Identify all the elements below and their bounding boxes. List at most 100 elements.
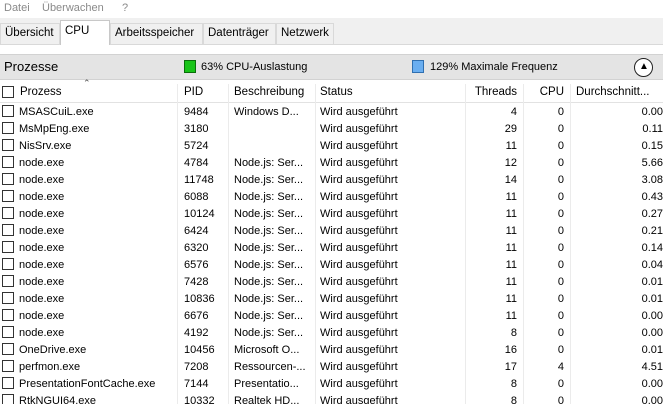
description-cell: Node.js: Ser... bbox=[234, 293, 304, 305]
process-name-cell: node.exe bbox=[19, 191, 65, 203]
row-checkbox[interactable] bbox=[2, 224, 14, 236]
row-checkbox[interactable] bbox=[2, 343, 14, 355]
status-cell: Wird ausgeführt bbox=[320, 259, 398, 271]
threads-cell: 4 bbox=[510, 106, 517, 118]
cpu-cell: 0 bbox=[557, 378, 564, 390]
row-checkbox[interactable] bbox=[2, 292, 14, 304]
status-cell: Wird ausgeführt bbox=[320, 157, 398, 169]
description-cell: Node.js: Ser... bbox=[234, 174, 304, 186]
column-header-average[interactable]: Durchschnitt... bbox=[576, 86, 663, 102]
table-row[interactable]: PresentationFontCache.exe 7144 Presentatio… bbox=[0, 375, 663, 392]
table-row[interactable]: node.exe 6576 Node.js: Ser... Wird ausgefüh… bbox=[0, 256, 663, 273]
cpu-cell: 0 bbox=[557, 208, 564, 220]
table-row[interactable]: perfmon.exe 7208 Ressourcen-... Wird ausgef… bbox=[0, 358, 663, 375]
tab-uebersicht[interactable]: Übersicht bbox=[0, 23, 60, 44]
pid-cell: 10332 bbox=[184, 395, 215, 404]
row-checkbox[interactable] bbox=[2, 377, 14, 389]
select-all-checkbox[interactable] bbox=[2, 86, 14, 98]
table-row[interactable]: node.exe 6676 Node.js: Ser... Wird ausgefüh… bbox=[0, 307, 663, 324]
tab-cpu[interactable]: CPU bbox=[60, 20, 110, 45]
description-cell: Windows D... bbox=[234, 106, 299, 118]
cpu-load-swatch bbox=[184, 60, 196, 73]
table-row[interactable]: node.exe 10836 Node.js: Ser... Wird ausgefü… bbox=[0, 290, 663, 307]
status-cell: Wird ausgeführt bbox=[320, 174, 398, 186]
table-row[interactable]: RtkNGUI64.exe 10332 Realtek HD... Wird ausg… bbox=[0, 392, 663, 404]
column-header-cpu[interactable]: CPU bbox=[530, 86, 564, 102]
cpu-cell: 0 bbox=[557, 140, 564, 152]
pid-cell: 6676 bbox=[184, 310, 209, 322]
table-row[interactable]: node.exe 6424 Node.js: Ser... Wird ausgefüh… bbox=[0, 222, 663, 239]
table-row[interactable]: NisSrv.exe 5724 Wird ausgeführt 11 0 0.15 bbox=[0, 137, 663, 154]
column-header-threads[interactable]: Threads bbox=[470, 86, 517, 102]
tab-datentraeger[interactable]: Datenträger bbox=[203, 23, 276, 44]
process-name-cell: node.exe bbox=[19, 242, 65, 254]
status-cell: Wird ausgeführt bbox=[320, 106, 398, 118]
status-cell: Wird ausgeführt bbox=[320, 378, 398, 390]
threads-cell: 17 bbox=[504, 361, 517, 373]
row-checkbox[interactable] bbox=[2, 105, 14, 117]
pid-cell: 10456 bbox=[184, 344, 215, 356]
table-row[interactable]: node.exe 7428 Node.js: Ser... Wird ausgefüh… bbox=[0, 273, 663, 290]
row-checkbox[interactable] bbox=[2, 241, 14, 253]
table-row[interactable]: node.exe 6320 Node.js: Ser... Wird ausgefüh… bbox=[0, 239, 663, 256]
row-checkbox[interactable] bbox=[2, 326, 14, 338]
process-name-cell: node.exe bbox=[19, 208, 65, 220]
table-row[interactable]: MSASCuiL.exe 9484 Windows D... Wird ausgefü… bbox=[0, 103, 663, 120]
cpu-cell: 0 bbox=[557, 327, 564, 339]
threads-cell: 12 bbox=[504, 157, 517, 169]
row-checkbox[interactable] bbox=[2, 207, 14, 219]
average-cpu-cell: 3.08 bbox=[641, 174, 663, 186]
menu-bar: Datei Überwachen ? bbox=[0, 0, 663, 18]
process-name-cell: node.exe bbox=[19, 157, 65, 169]
status-cell: Wird ausgeführt bbox=[320, 242, 398, 254]
table-row[interactable]: node.exe 4192 Node.js: Ser... Wird ausgefüh… bbox=[0, 324, 663, 341]
column-header-description[interactable]: Beschreibung bbox=[234, 86, 314, 102]
description-cell: Microsoft O... bbox=[234, 344, 300, 356]
status-cell: Wird ausgeführt bbox=[320, 123, 398, 135]
tab-netzwerk[interactable]: Netzwerk bbox=[276, 23, 334, 44]
row-checkbox[interactable] bbox=[2, 156, 14, 168]
menu-datei[interactable]: Datei bbox=[4, 2, 30, 14]
column-header-pid[interactable]: PID bbox=[184, 86, 224, 102]
row-checkbox[interactable] bbox=[2, 360, 14, 372]
table-row[interactable]: node.exe 11748 Node.js: Ser... Wird ausgefü… bbox=[0, 171, 663, 188]
status-cell: Wird ausgeführt bbox=[320, 225, 398, 237]
row-checkbox[interactable] bbox=[2, 190, 14, 202]
average-cpu-cell: 0.43 bbox=[641, 191, 663, 203]
max-frequency-swatch bbox=[412, 60, 424, 73]
tab-arbeitsspeicher[interactable]: Arbeitsspeicher bbox=[110, 23, 203, 44]
threads-cell: 11 bbox=[505, 225, 517, 237]
table-row[interactable]: node.exe 10124 Node.js: Ser... Wird ausgefü… bbox=[0, 205, 663, 222]
row-checkbox[interactable] bbox=[2, 258, 14, 270]
menu-help[interactable]: ? bbox=[122, 2, 128, 14]
pid-cell: 3180 bbox=[184, 123, 209, 135]
description-cell: Presentatio... bbox=[234, 378, 299, 390]
row-checkbox[interactable] bbox=[2, 139, 14, 151]
process-name-cell: NisSrv.exe bbox=[19, 140, 72, 152]
pid-cell: 4784 bbox=[184, 157, 209, 169]
cpu-cell: 0 bbox=[557, 395, 564, 404]
process-name-cell: node.exe bbox=[19, 276, 65, 288]
row-checkbox[interactable] bbox=[2, 122, 14, 134]
row-checkbox[interactable] bbox=[2, 173, 14, 185]
description-cell: Node.js: Ser... bbox=[234, 242, 304, 254]
collapse-section-button[interactable]: ▲ bbox=[634, 58, 653, 77]
pid-cell: 6088 bbox=[184, 191, 209, 203]
row-checkbox[interactable] bbox=[2, 309, 14, 321]
process-name-cell: node.exe bbox=[19, 259, 65, 271]
table-row[interactable]: OneDrive.exe 10456 Microsoft O... Wird ausg… bbox=[0, 341, 663, 358]
description-cell: Node.js: Ser... bbox=[234, 191, 304, 203]
pid-cell: 7208 bbox=[184, 361, 209, 373]
column-header-status[interactable]: Status bbox=[320, 86, 460, 102]
table-row[interactable]: MsMpEng.exe 3180 Wird ausgeführt 29 0 0.11 bbox=[0, 120, 663, 137]
table-row[interactable]: node.exe 4784 Node.js: Ser... Wird ausgefüh… bbox=[0, 154, 663, 171]
column-header-process[interactable]: Prozess bbox=[20, 86, 170, 102]
menu-ueberwachen[interactable]: Überwachen bbox=[42, 2, 104, 14]
cpu-cell: 0 bbox=[557, 123, 564, 135]
table-row[interactable]: node.exe 6088 Node.js: Ser... Wird ausgefüh… bbox=[0, 188, 663, 205]
row-checkbox[interactable] bbox=[2, 394, 14, 404]
row-checkbox[interactable] bbox=[2, 275, 14, 287]
cpu-cell: 0 bbox=[557, 242, 564, 254]
processes-section-header[interactable]: Prozesse 63% CPU-Auslastung 129% Maximal… bbox=[0, 54, 663, 80]
chevron-up-icon: ▲ bbox=[639, 61, 649, 72]
